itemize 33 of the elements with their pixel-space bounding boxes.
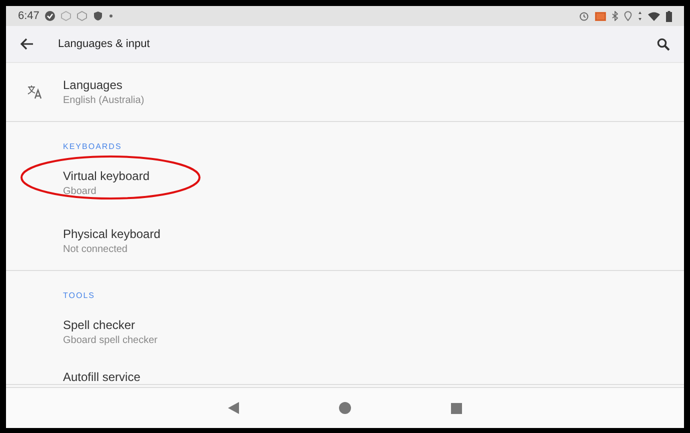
screen-title: Languages & input [58,38,150,50]
settings-item[interactable]: Virtual keyboard Gboard [6,154,684,212]
battery-icon [666,10,672,22]
cast-icon [595,12,606,20]
section-header: KEYBOARDS [63,142,122,151]
setting-title: Languages [63,78,124,92]
dot-icon [109,14,114,18]
setting-summary: Gboard spell checker [63,335,158,346]
alarm-icon [579,11,589,21]
shield-icon [93,11,104,21]
data-arrows-icon [638,11,642,21]
setting-title[interactable]: Autofill service [63,370,140,384]
location-icon [624,11,632,21]
setting-title: Virtual keyboard [63,169,150,183]
recents-square-icon[interactable] [451,402,462,414]
settings-item[interactable]: Spell checker Gboard spell checker [6,303,684,361]
settings-item[interactable]: Languages English (Australia) [6,63,684,121]
wifi-icon [648,12,660,20]
translate-icon [26,85,42,99]
search-icon[interactable] [657,38,670,50]
setting-summary: English (Australia) [63,95,144,106]
settings-item[interactable]: Physical keyboard Not connected [6,212,684,270]
section-header: TOOLS [63,291,95,300]
clock: 6:47 [18,10,40,22]
setting-summary: Gboard [63,186,98,197]
setting-title: Physical keyboard [63,227,160,241]
setting-summary: Not connected [63,244,128,255]
back-triangle-icon[interactable] [228,402,239,414]
home-circle-icon[interactable] [339,402,351,414]
bluetooth-icon [612,11,618,21]
check-circle-icon [45,11,56,21]
back-arrow-icon[interactable] [20,38,34,50]
setting-title: Spell checker [63,318,136,332]
